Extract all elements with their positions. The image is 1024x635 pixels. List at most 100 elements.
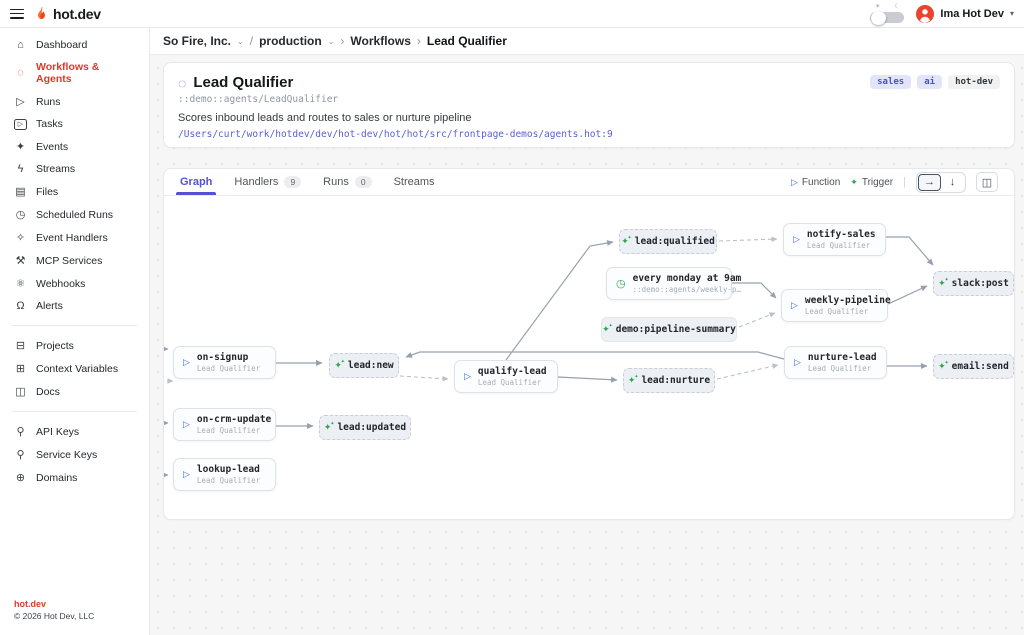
edge-pipeline-summary-weekly-pipeline	[739, 313, 775, 327]
home-icon: ⌂	[14, 39, 27, 51]
edge-qualify-lead-lead-nurture	[558, 377, 617, 380]
tag-sales[interactable]: sales	[870, 75, 911, 89]
book-icon: ◫	[14, 385, 27, 398]
breadcrumb: So Fire, Inc. ⌄ / production ⌄ › Workflo…	[150, 28, 1024, 55]
sidebar-label: Events	[36, 141, 68, 153]
sidebar-item-tasks[interactable]: ▷Tasks	[0, 113, 149, 135]
graph-node-every-monday-schedule[interactable]: ◷ every monday at 9am::demo::agents/week…	[606, 267, 732, 300]
breadcrumb-org[interactable]: So Fire, Inc.	[163, 34, 231, 48]
node-title: lead:updated	[337, 422, 406, 433]
tab-streams[interactable]: Streams	[394, 169, 435, 195]
sidebar-label: Event Handlers	[36, 232, 108, 244]
layout-horizontal-button[interactable]: →	[918, 174, 941, 191]
action-label: Trigger	[862, 177, 893, 188]
add-function-button[interactable]: ▷Function	[791, 177, 840, 188]
moon-icon: ☾	[894, 4, 899, 10]
tab-graph[interactable]: Graph	[180, 169, 212, 195]
sidebar-label: Webhooks	[36, 278, 85, 290]
sidebar-item-workflows-agents[interactable]: ◌Workflows & Agents	[0, 56, 149, 90]
sidebar-item-webhooks[interactable]: ⚛Webhooks	[0, 272, 149, 295]
graph-node-lead-qualified[interactable]: ✦lead:qualified	[619, 229, 717, 254]
node-subtitle: Lead Qualifier	[197, 364, 260, 373]
layout-direction-control: → ↓	[916, 172, 966, 193]
source-file-link[interactable]: /Users/curt/work/hotdev/dev/hot-dev/hot/…	[178, 129, 1000, 140]
user-menu[interactable]: Ima Hot Dev ▾	[916, 5, 1014, 23]
user-name: Ima Hot Dev	[940, 8, 1004, 20]
sidebar-item-event-handlers[interactable]: ✧Event Handlers	[0, 226, 149, 249]
node-title: lead:new	[348, 360, 394, 371]
action-label: Function	[802, 177, 840, 188]
breadcrumb-env[interactable]: production	[259, 34, 322, 48]
edge-lead-new-qualify-lead	[400, 376, 448, 379]
sidebar-footer: hot.dev © 2026 Hot Dev, LLC	[0, 599, 149, 635]
play-icon: ▷	[183, 357, 190, 368]
sidebar-item-projects[interactable]: ⊟Projects	[0, 334, 149, 357]
theme-toggle[interactable]	[870, 12, 904, 23]
chevron-down-icon[interactable]: ⌄	[328, 37, 335, 46]
node-title: lookup-lead	[197, 464, 260, 476]
sidebar-item-mcp-services[interactable]: ⚒MCP Services	[0, 249, 149, 272]
graph-node-lead-nurture[interactable]: ✦lead:nurture	[623, 368, 715, 393]
handlers-count-badge: 9	[284, 176, 301, 188]
main-area: So Fire, Inc. ⌄ / production ⌄ › Workflo…	[150, 28, 1024, 635]
tab-label: Graph	[180, 176, 212, 188]
sidebar-item-files[interactable]: ▤Files	[0, 180, 149, 203]
add-trigger-button[interactable]: ✦Trigger	[850, 177, 893, 188]
sidebar-item-events[interactable]: ✦ Events	[0, 135, 149, 158]
graph-node-lead-updated[interactable]: ✦lead:updated	[319, 415, 411, 440]
graph-node-nurture-lead[interactable]: ▷ nurture-leadLead Qualifier	[784, 346, 887, 379]
brand-wordmark: hot.dev	[53, 6, 101, 22]
node-title: every monday at 9am	[633, 273, 742, 285]
graph-node-on-crm-update[interactable]: ▷ on-crm-updateLead Qualifier	[173, 408, 276, 441]
graph-node-demo-pipeline-summary[interactable]: ✦demo:pipeline-summary	[601, 317, 737, 342]
graph-node-lead-new[interactable]: ✦ lead:new	[329, 353, 399, 378]
trigger-sparkle-icon: ✦	[334, 361, 342, 370]
sidebar-item-runs[interactable]: ▷Runs	[0, 90, 149, 113]
task-icon: ▷	[14, 119, 27, 130]
sidebar-item-dashboard[interactable]: ⌂ Dashboard	[0, 34, 149, 56]
graph-node-weekly-pipeline[interactable]: ▷ weekly-pipelineLead Qualifier	[781, 289, 888, 322]
sidebar-label: Alerts	[36, 300, 63, 312]
graph-node-qualify-lead[interactable]: ▷ qualify-leadLead Qualifier	[454, 360, 558, 393]
node-subtitle: Lead Qualifier	[197, 476, 260, 485]
tag-list: sales ai hot-dev	[870, 75, 1000, 89]
sidebar-label: Dashboard	[36, 39, 87, 51]
sidebar-item-alerts[interactable]: ΩAlerts	[0, 295, 149, 317]
breadcrumb-section[interactable]: Workflows	[350, 34, 410, 48]
graph-node-notify-sales[interactable]: ▷ notify-salesLead Qualifier	[783, 223, 886, 256]
tab-runs[interactable]: Runs0	[323, 169, 371, 195]
clock-icon: ◷	[616, 277, 626, 290]
brand-logo[interactable]: hot.dev	[34, 6, 101, 22]
side-panel-toggle-button[interactable]: ◫	[976, 172, 998, 192]
sidebar-item-service-keys[interactable]: ⚲Service Keys	[0, 443, 149, 466]
sidebar-item-scheduled-runs[interactable]: ◷Scheduled Runs	[0, 203, 149, 226]
workflow-canvas[interactable]: ▷ on-signupLead Qualifier ▷ on-crm-updat…	[164, 196, 1015, 520]
sun-icon: ☀	[875, 4, 880, 10]
layout-vertical-button[interactable]: ↓	[941, 174, 964, 191]
tag-ai[interactable]: ai	[917, 75, 942, 89]
trigger-sparkle-icon: ✦	[602, 325, 610, 334]
hamburger-menu-icon[interactable]	[10, 9, 24, 19]
tab-handlers[interactable]: Handlers9	[234, 169, 301, 195]
graph-node-on-signup[interactable]: ▷ on-signupLead Qualifier	[173, 346, 276, 379]
graph-tabbar: Graph Handlers9 Runs0 Streams ▷Function …	[164, 169, 1014, 196]
sidebar-item-streams[interactable]: ϟStreams	[0, 158, 149, 180]
graph-node-email-send[interactable]: ✦email:send	[933, 354, 1014, 379]
tag-hot-dev[interactable]: hot-dev	[948, 75, 1000, 89]
graph-node-lookup-lead[interactable]: ▷ lookup-leadLead Qualifier	[173, 458, 276, 491]
workflow-icon: ◌	[178, 76, 186, 90]
sidebar-item-context-variables[interactable]: ⊞Context Variables	[0, 357, 149, 380]
footer-brand[interactable]: hot.dev	[14, 599, 135, 609]
sidebar-item-domains[interactable]: ⊕Domains	[0, 466, 149, 489]
sidebar-item-api-keys[interactable]: ⚲API Keys	[0, 420, 149, 443]
sidebar-item-docs[interactable]: ◫Docs	[0, 380, 149, 403]
sparkle-icon: ✦	[14, 140, 27, 153]
sidebar: ⌂ Dashboard ◌Workflows & Agents ▷Runs ▷Ta…	[0, 28, 150, 635]
sidebar-label: Service Keys	[36, 449, 97, 461]
avatar	[916, 5, 934, 23]
chevron-down-icon[interactable]: ⌄	[237, 37, 244, 46]
workflow-description: Scores inbound leads and routes to sales…	[178, 112, 1000, 124]
toolbar-divider: |	[903, 176, 906, 188]
graph-node-slack-post[interactable]: ✦slack:post	[933, 271, 1014, 296]
sidebar-label: Projects	[36, 340, 74, 352]
